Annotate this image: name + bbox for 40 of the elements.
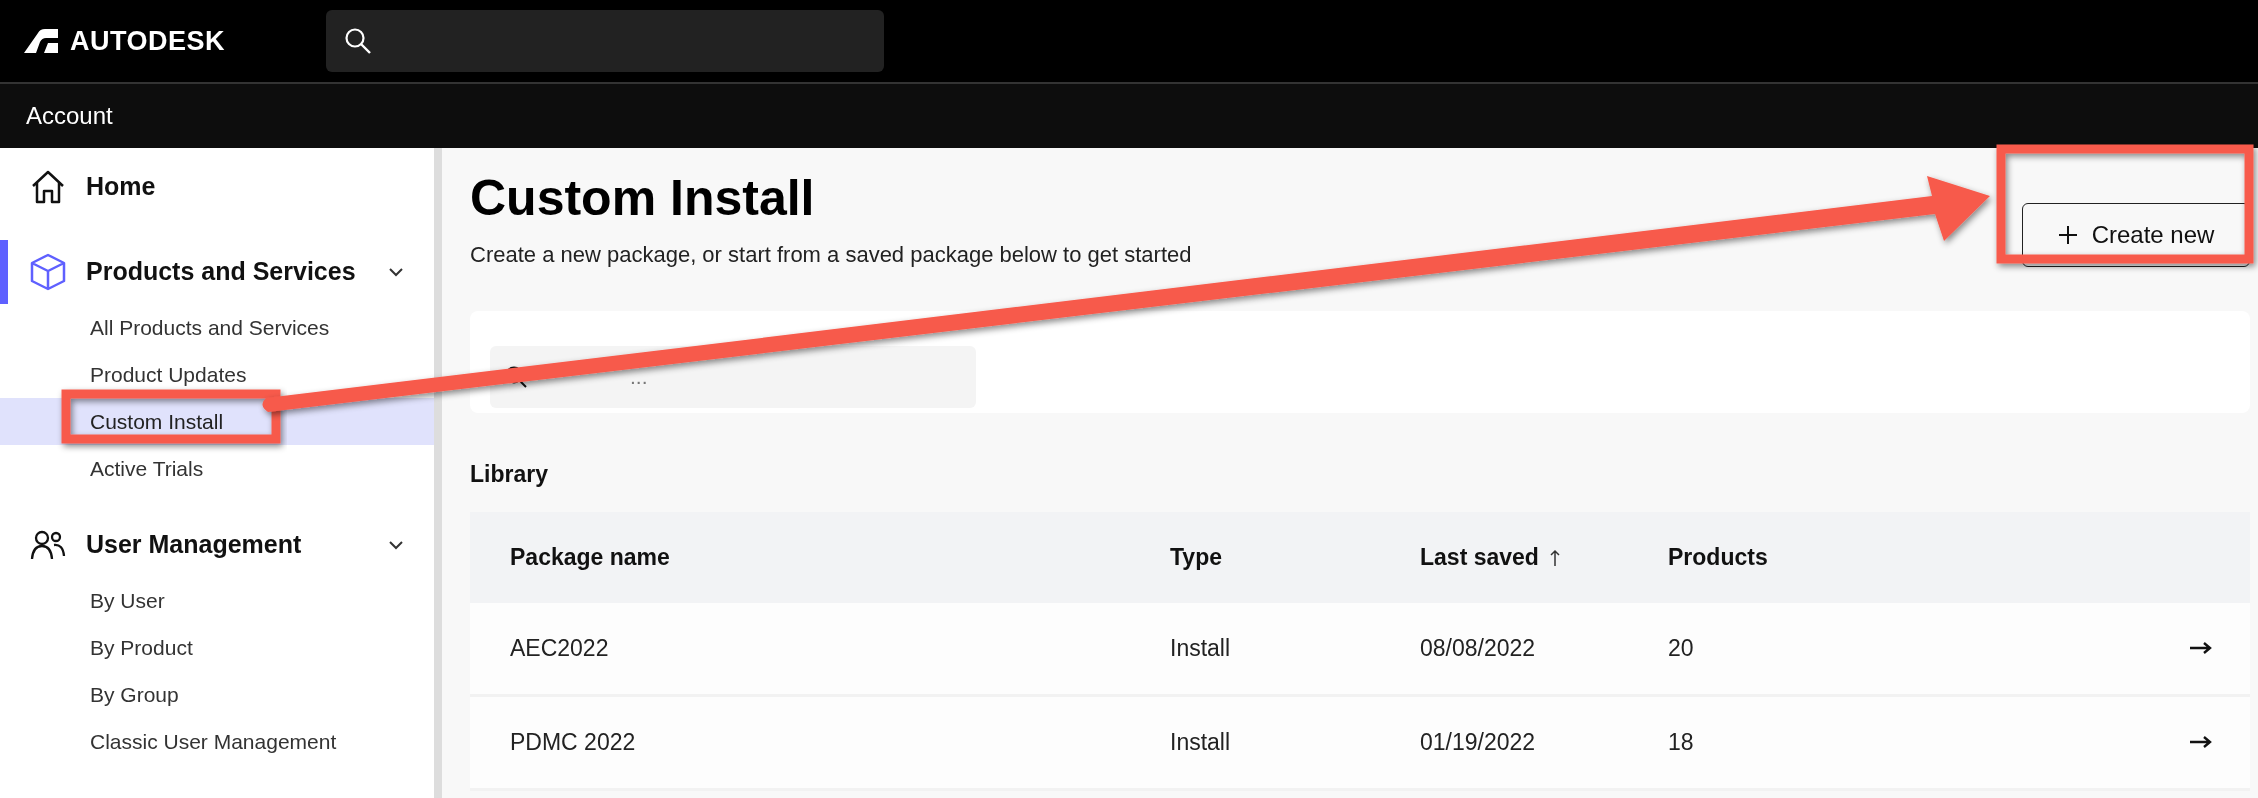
home-icon xyxy=(30,169,66,205)
table-cell-text: AEC2022 xyxy=(510,633,610,663)
page-title: Custom Install xyxy=(470,169,816,228)
column-header[interactable]: Last saved xyxy=(1420,539,1561,575)
sidebar-item[interactable]: Home xyxy=(0,155,434,219)
users-icon xyxy=(30,529,66,561)
search-icon xyxy=(344,27,372,55)
sidebar-link[interactable]: All Products and Services xyxy=(90,314,330,341)
table-cell-text: Install xyxy=(1170,727,1232,757)
plus-icon xyxy=(2057,225,2078,245)
table-cell-text: PDMC 2022 xyxy=(510,727,637,757)
section-title: Account xyxy=(26,101,113,131)
column-header[interactable]: Type xyxy=(1170,539,1222,575)
column-header[interactable]: Package name xyxy=(510,539,670,575)
table-cell-text: 20 xyxy=(1668,633,1695,663)
sort-arrow-icon xyxy=(1548,547,1561,568)
sidebar-link[interactable]: By User xyxy=(90,587,165,614)
logo-icon xyxy=(24,29,58,53)
table-cell-text: 01/19/2022 xyxy=(1420,727,1537,757)
search-field[interactable] xyxy=(326,10,884,72)
sidebar-link[interactable]: Active Trials xyxy=(90,455,204,482)
page-description: Create a new package, or start from a saved package below to get started xyxy=(470,241,1192,269)
sidebar-link[interactable]: Product Updates xyxy=(90,361,247,388)
arrow-right-icon[interactable] xyxy=(2190,736,2212,748)
table-cell-text: Install xyxy=(1170,633,1232,663)
column-header[interactable]: Products xyxy=(1668,539,1768,575)
sidebar-item[interactable]: User Management xyxy=(0,513,434,577)
table-row[interactable]: AEC2022 Install 08/08/2022 20 xyxy=(470,602,2250,697)
table-row[interactable]: PDMC 2022 Install 01/19/2022 18 xyxy=(470,696,2250,791)
sidebar-item[interactable]: Products and Services xyxy=(0,240,434,304)
brand-name: AUTODESK xyxy=(70,24,226,58)
library-heading: Library xyxy=(470,460,549,489)
sidebar-link[interactable]: By Group xyxy=(90,681,179,708)
cube-icon xyxy=(30,253,66,291)
sidebar-link[interactable]: By Product xyxy=(90,634,193,661)
table-cell-text: 08/08/2022 xyxy=(1420,633,1537,663)
arrow-right-icon[interactable] xyxy=(2190,642,2212,654)
table-cell-text: 18 xyxy=(1668,727,1695,757)
sidebar-link[interactable]: Custom Install xyxy=(90,408,224,435)
sidebar-link[interactable]: Classic User Management xyxy=(90,728,337,755)
